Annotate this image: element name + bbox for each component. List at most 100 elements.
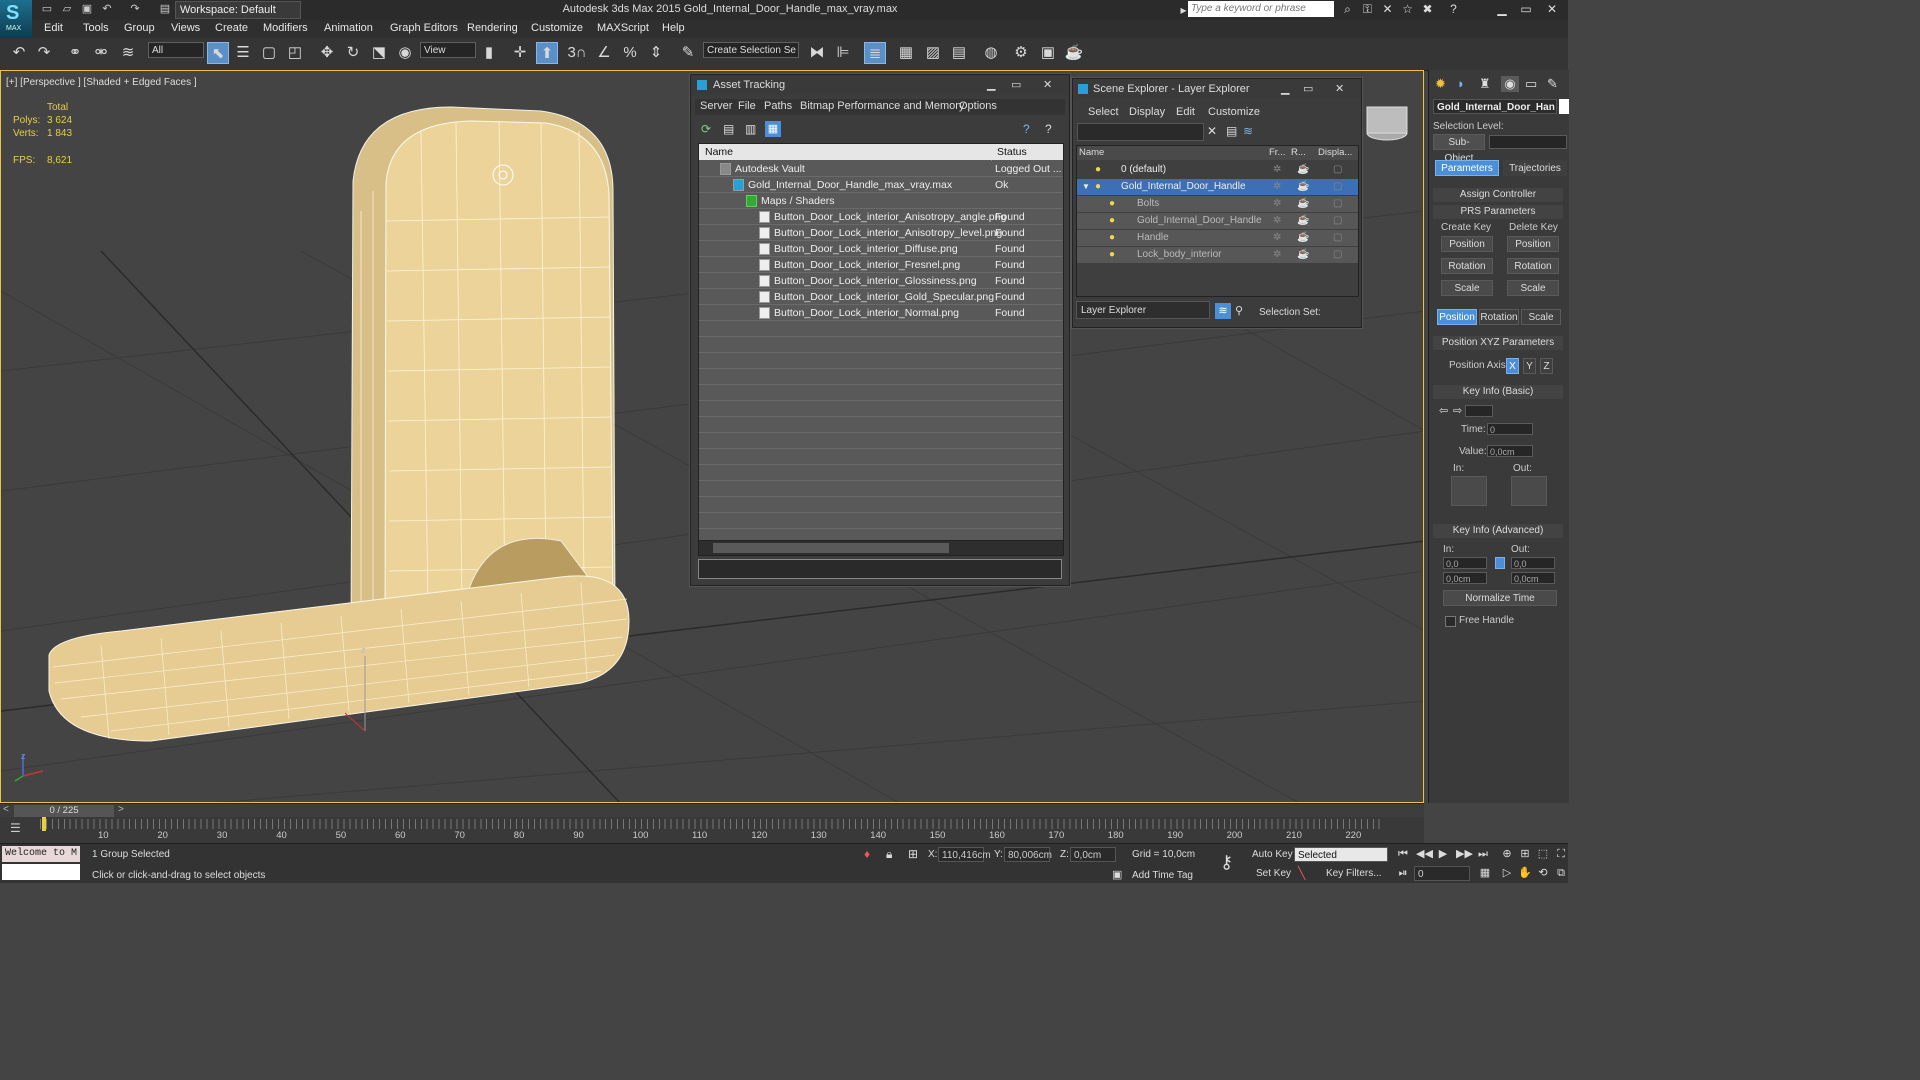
track-bar[interactable]: ☰ 10 20 30 40 50 60 70 80 90 100 110 120 130 140 150 16… (0, 817, 1424, 843)
menu-customize[interactable]: Customize (531, 22, 583, 34)
time-spinner[interactable]: 0 (1487, 423, 1533, 435)
create-scale-key-button[interactable]: Scale (1441, 280, 1493, 296)
save-file-icon[interactable]: ▣ (80, 2, 94, 16)
delete-scale-key-button[interactable]: Scale (1507, 280, 1559, 296)
key-filter-icon[interactable]: ╲ (1298, 866, 1305, 880)
menu-help[interactable]: Help (662, 22, 685, 34)
angle-snap-icon[interactable]: ∠ (593, 42, 615, 64)
auto-key-filter-select[interactable]: Selected (1294, 847, 1388, 862)
next-frame-icon[interactable]: ▶▶ (1456, 847, 1473, 861)
render-production-icon[interactable]: ☕ (1063, 42, 1085, 64)
help-icon[interactable]: ? (1446, 2, 1461, 17)
zoom-extents-icon[interactable]: ⬚ (1536, 847, 1550, 861)
help-context-icon[interactable]: ? (1045, 122, 1052, 136)
object-color-swatch[interactable] (1559, 99, 1569, 114)
layer-row[interactable]: ▼ ● Gold_Internal_Door_Handle ✲ ☕ ▢ (1077, 179, 1358, 195)
set-key-mode-icon[interactable]: ⚷ (1220, 852, 1233, 873)
go-to-start-icon[interactable]: ⏮ (1396, 847, 1410, 861)
menu-tools[interactable]: Tools (83, 22, 109, 34)
explorer-type-select[interactable]: Layer Explorer (1076, 301, 1210, 319)
refresh-icon[interactable]: ⟳ (701, 122, 711, 136)
menu-rendering[interactable]: Rendering (467, 22, 518, 34)
col-render-header[interactable]: R... (1291, 146, 1306, 160)
minimize-button[interactable]: ▁ (1490, 0, 1514, 18)
maximize-button[interactable]: ▭ (1514, 0, 1538, 18)
pivot-center-icon[interactable]: ▮ (478, 42, 500, 64)
rotate-icon[interactable]: ↻ (342, 42, 364, 64)
asset-row[interactable]: Autodesk Vault Logged Out ... (699, 161, 1063, 177)
modify-tab-icon[interactable]: ◗ (1457, 76, 1465, 91)
window-crossing-icon[interactable]: ◰ (284, 42, 306, 64)
prev-key-icon[interactable]: ⇦ (1439, 404, 1448, 417)
help-icon[interactable]: ? (1023, 122, 1030, 136)
lightbulb-icon[interactable]: ● (1109, 213, 1115, 229)
renderable-icon[interactable]: ☕ (1297, 179, 1309, 195)
schematic-view-icon[interactable]: ▤ (948, 42, 970, 64)
auto-key-button[interactable]: Auto Key (1252, 849, 1293, 860)
time-slider-thumb[interactable]: 0 / 225 (14, 805, 114, 817)
menu-bitmap-performance[interactable]: Bitmap Performance and Memory (800, 100, 964, 112)
tab-parameters[interactable]: Parameters (1435, 160, 1499, 176)
x-coordinate-field[interactable]: 110,416cm (938, 847, 991, 862)
value-spinner[interactable]: 0,0cm (1487, 445, 1533, 457)
scale-tab[interactable]: Scale (1521, 309, 1561, 325)
key-number-field[interactable] (1465, 405, 1493, 417)
prs-parameters-rollout[interactable]: PRS Parameters (1433, 205, 1563, 219)
lightbulb-icon[interactable]: ● (1109, 196, 1115, 212)
layer-row[interactable]: ● Lock_body_interior ✲ ☕ ▢ (1077, 247, 1358, 263)
hierarchy-tab-icon[interactable]: ♜ (1479, 76, 1491, 92)
layer-explorer-icon[interactable]: ≣ (864, 42, 886, 64)
isolate-selection-icon[interactable]: ♦ (864, 847, 870, 861)
lock-tangents-button[interactable] (1495, 557, 1505, 569)
lightbulb-icon[interactable]: ● (1109, 230, 1115, 246)
prev-frame-icon[interactable]: < (3, 804, 9, 815)
absolute-mode-icon[interactable]: ⊞ (908, 847, 918, 861)
sub-object-button[interactable]: Sub-Object (1433, 134, 1485, 164)
project-folder-icon[interactable]: ▤ (158, 2, 172, 16)
y-coordinate-field[interactable]: 80,006cm (1004, 847, 1052, 862)
percent-snap-icon[interactable]: % (619, 42, 641, 64)
tab-trajectories[interactable]: Trajectories (1503, 160, 1567, 176)
col-name-header[interactable]: Name (705, 144, 733, 160)
time-config-icon[interactable]: ▦ (1478, 866, 1492, 880)
out-tangent-button[interactable] (1511, 476, 1547, 506)
close-button[interactable]: ✕ (1335, 79, 1344, 99)
menu-select[interactable]: Select (1088, 106, 1119, 118)
minimize-button[interactable]: ▁ (1281, 79, 1289, 99)
col-display-header[interactable]: Displa... (1318, 146, 1352, 160)
selection-filter-select[interactable]: All (148, 42, 204, 58)
menu-modifiers[interactable]: Modifiers (263, 22, 308, 34)
position-tab[interactable]: Position (1437, 309, 1477, 325)
menu-group[interactable]: Group (124, 22, 155, 34)
select-by-name-icon[interactable]: ☰ (232, 42, 254, 64)
adv-out-spinner-2[interactable]: 0,0cm (1511, 572, 1555, 584)
lightbulb-icon[interactable]: ● (1095, 179, 1101, 195)
scrollbar-thumb[interactable] (713, 543, 949, 553)
maximize-button[interactable]: ▭ (1303, 79, 1313, 99)
display-icon[interactable]: ▢ (1333, 247, 1342, 263)
display-icon[interactable]: ▢ (1333, 196, 1342, 212)
create-tab-icon[interactable]: ✹ (1435, 76, 1446, 92)
sort-by-layer-icon[interactable]: ≋ (1215, 303, 1231, 319)
layer-row[interactable]: ● Handle ✲ ☕ ▢ (1077, 230, 1358, 246)
asset-row[interactable]: Gold_Internal_Door_Handle_max_vray.max Ok (699, 177, 1063, 193)
display-icon[interactable]: ▢ (1333, 230, 1342, 246)
search-input[interactable]: Type a keyword or phrase (1188, 1, 1334, 17)
zoom-extents-all-icon[interactable]: ⛶ (1554, 847, 1568, 861)
clear-search-icon[interactable]: ✕ (1207, 124, 1217, 138)
workspace-select[interactable]: Workspace: Default (175, 1, 301, 19)
render-setup-icon[interactable]: ⚙ (1010, 42, 1032, 64)
display-tab-icon[interactable]: ▭ (1525, 76, 1537, 92)
rotation-tab[interactable]: Rotation (1479, 309, 1519, 325)
menu-edit[interactable]: Edit (1176, 106, 1195, 118)
place-icon[interactable]: ◉ (394, 42, 416, 64)
menu-options[interactable]: Options (959, 100, 997, 112)
object-name-field[interactable]: Gold_Internal_Door_Han (1433, 99, 1557, 114)
tools-icon[interactable]: ✕ (1380, 2, 1395, 17)
minimize-button[interactable]: ▁ (987, 75, 995, 95)
axis-x-button[interactable]: X (1506, 358, 1519, 374)
delete-position-key-button[interactable]: Position (1507, 236, 1559, 252)
reference-coord-select[interactable]: View (420, 42, 476, 58)
renderable-icon[interactable]: ☕ (1297, 196, 1309, 212)
menu-views[interactable]: Views (171, 22, 200, 34)
